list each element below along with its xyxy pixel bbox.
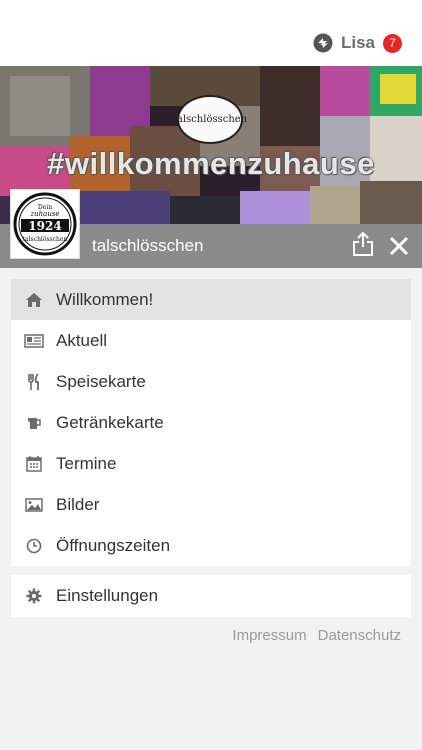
nav-menu: Willkommen! Aktuell Speisekarte Getränke… bbox=[11, 279, 411, 566]
menu-item-speisekarte[interactable]: Speisekarte bbox=[11, 361, 411, 402]
gear-icon bbox=[23, 585, 45, 607]
venue-logo-badge: Dein zuhause 1924 talschlösschen bbox=[13, 192, 77, 256]
center-logo-text: talschlösschen bbox=[172, 114, 248, 125]
newspaper-icon bbox=[23, 330, 45, 352]
menu-item-aktuell[interactable]: Aktuell bbox=[11, 320, 411, 361]
menu-item-einstellungen[interactable]: Einstellungen bbox=[11, 575, 411, 617]
menu-item-bilder[interactable]: Bilder bbox=[11, 484, 411, 525]
menu-item-getraenkekarte[interactable]: Getränkekarte bbox=[11, 402, 411, 443]
venue-title: talschlösschen bbox=[92, 236, 204, 255]
image-icon bbox=[23, 494, 45, 516]
datenschutz-link[interactable]: Datenschutz bbox=[318, 627, 401, 644]
menu-label: Öffnungszeiten bbox=[56, 535, 171, 555]
menu-label: Willkommen! bbox=[56, 289, 154, 309]
user-name: Lisa bbox=[340, 33, 375, 52]
cutlery-icon bbox=[23, 371, 45, 393]
venue-logo-line2: zuhause bbox=[29, 210, 59, 218]
notification-badge[interactable]: 7 bbox=[383, 33, 402, 53]
top-bar: Lisa 7 bbox=[0, 0, 422, 66]
footer-links: Impressum Datenschutz bbox=[232, 627, 401, 644]
close-icon[interactable] bbox=[389, 236, 409, 256]
home-icon bbox=[23, 289, 45, 311]
venue-logo-year: 1924 bbox=[28, 219, 61, 233]
menu-item-oeffnungszeiten[interactable]: Öffnungszeiten bbox=[11, 525, 411, 566]
user-menu[interactable]: Lisa 7 bbox=[313, 33, 402, 53]
calendar-icon bbox=[23, 453, 45, 475]
menu-label: Speisekarte bbox=[56, 371, 146, 391]
banner-hashtag: #willkommenzuhause bbox=[47, 146, 375, 181]
menu-label: Aktuell bbox=[56, 330, 108, 350]
menu-label: Getränkekarte bbox=[56, 412, 164, 432]
menu-item-willkommen[interactable]: Willkommen! bbox=[11, 279, 411, 320]
venue-logo: Dein zuhause 1924 talschlösschen bbox=[10, 189, 80, 259]
impressum-link[interactable]: Impressum bbox=[232, 627, 306, 644]
share-icon[interactable] bbox=[352, 231, 374, 257]
drink-icon bbox=[23, 412, 45, 434]
venue-logo-bottom: talschlösschen bbox=[23, 236, 68, 243]
center-logo: talschlösschen bbox=[173, 95, 247, 144]
menu-label: Termine bbox=[56, 453, 117, 473]
clock-icon bbox=[23, 535, 45, 557]
menu-item-termine[interactable]: Termine bbox=[11, 443, 411, 484]
menu-label: Einstellungen bbox=[56, 586, 159, 605]
menu-label: Bilder bbox=[56, 494, 100, 514]
app-logo-icon bbox=[313, 33, 333, 53]
